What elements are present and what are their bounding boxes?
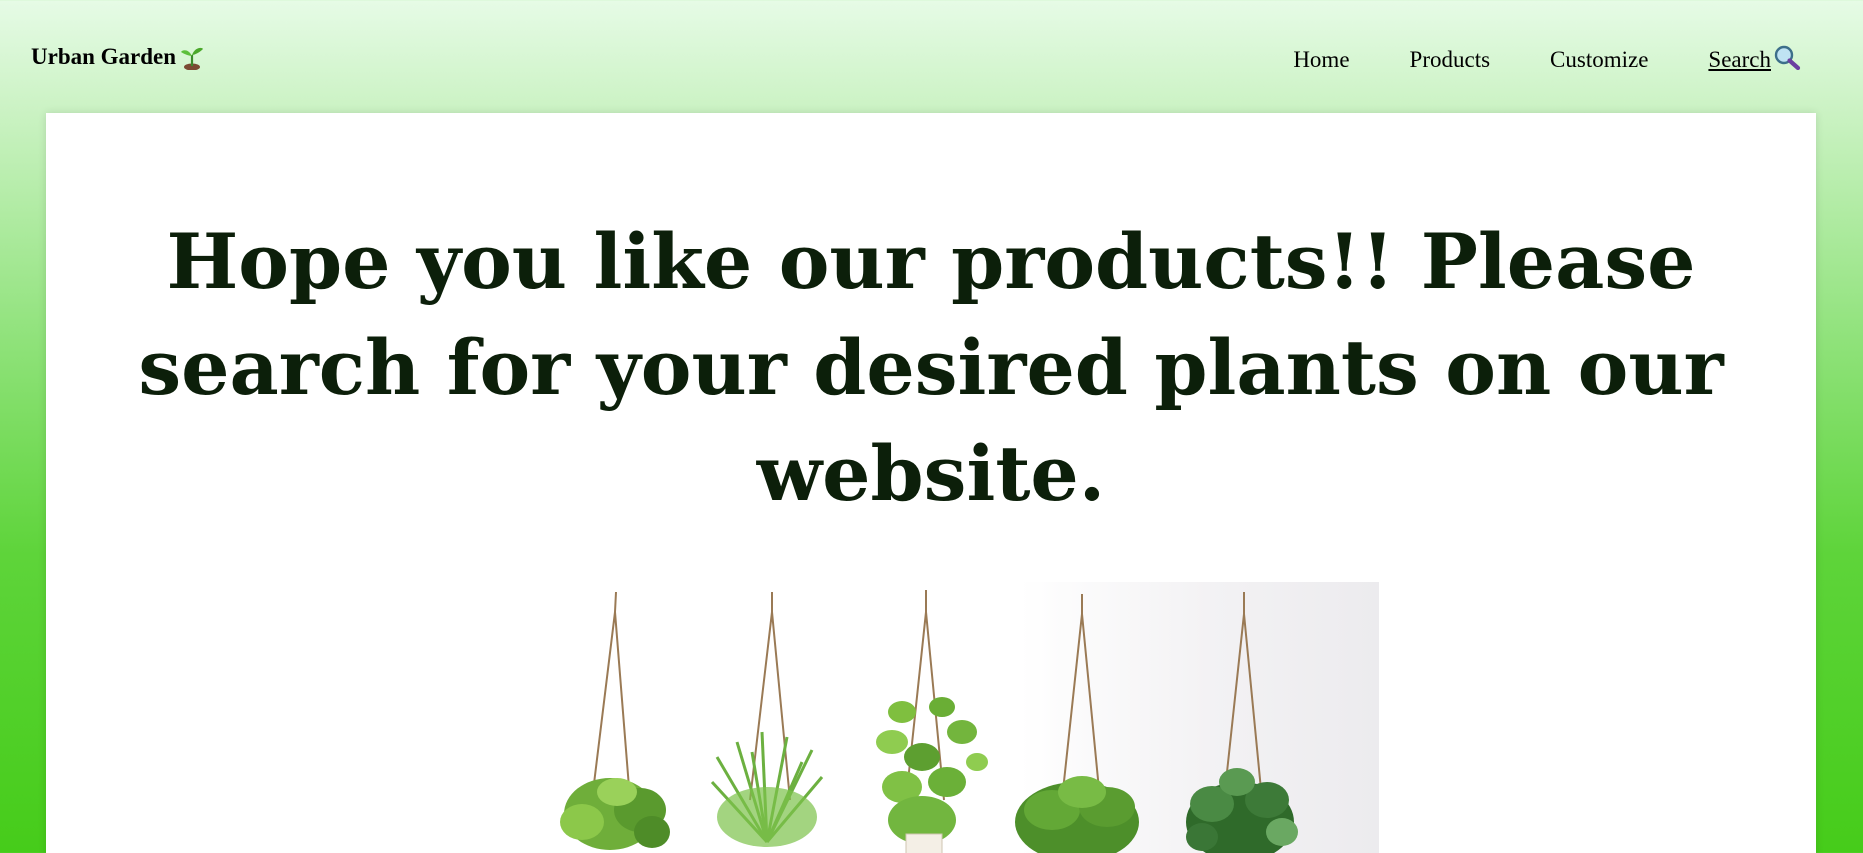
hanging-plant-2 [710, 592, 824, 847]
hanging-plants-image [522, 582, 1379, 853]
top-navigation-bar: Urban Garden Home Products Customize Sea… [0, 0, 1863, 113]
seedling-icon [180, 44, 204, 71]
hanging-plant-4 [1015, 594, 1139, 853]
nav-customize-link[interactable]: Customize [1550, 47, 1648, 73]
content-panel: Hope you like our products!! Please sear… [46, 113, 1816, 853]
brand-logo[interactable]: Urban Garden [31, 44, 204, 71]
nav-home-link[interactable]: Home [1293, 47, 1349, 73]
nav-search-label: Search [1708, 47, 1771, 72]
hanging-plant-5 [1186, 592, 1298, 853]
hanging-plant-3 [876, 590, 988, 853]
hanging-plant-1 [560, 591, 670, 850]
nav-search-link[interactable]: Search [1708, 44, 1801, 76]
main-nav: Home Products Customize Search [1233, 44, 1801, 76]
magnifier-icon [1773, 44, 1801, 76]
page-headline: Hope you like our products!! Please sear… [138, 217, 1724, 518]
nav-products-link[interactable]: Products [1410, 47, 1491, 73]
brand-name: Urban Garden [31, 44, 177, 69]
